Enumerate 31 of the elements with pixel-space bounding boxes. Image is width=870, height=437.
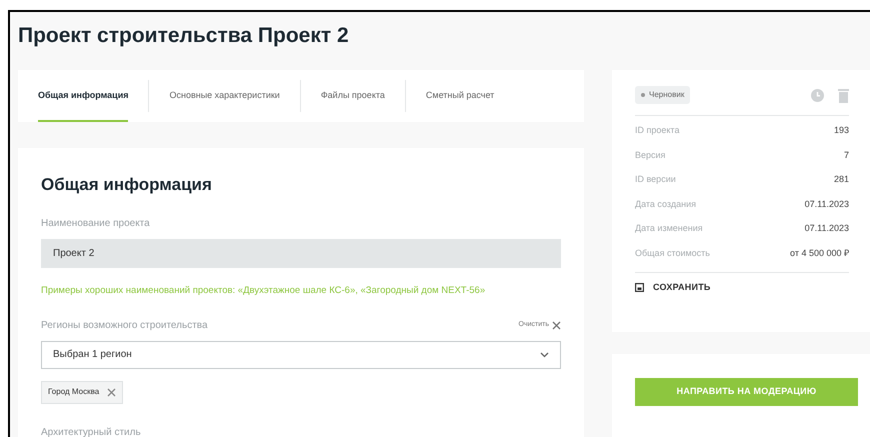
detail-label: ID проекта — [635, 124, 680, 137]
page-title: Проект строительства Проект 2 — [17, 23, 350, 49]
detail-value: от 4 500 000 ₽ — [790, 246, 849, 260]
save-button[interactable]: СОХРАНИТЬ — [635, 281, 711, 294]
detail-label: Общая стоимость — [635, 246, 710, 260]
trash-icon[interactable] — [838, 88, 849, 102]
region-select[interactable]: Выбран 1 регион — [41, 340, 561, 369]
detail-label: Дата создания — [635, 198, 696, 211]
tab[interactable]: Общая информация — [38, 70, 128, 122]
detail-value: 7 — [844, 148, 849, 162]
clock-icon[interactable] — [811, 88, 824, 102]
detail-value: 07.11.2023 — [804, 222, 849, 235]
tab[interactable]: Файлы проекта — [320, 70, 385, 122]
detail-value: 07.11.2023 — [804, 198, 849, 210]
tab[interactable]: Основные характеристики — [169, 70, 280, 122]
chevron-down-icon — [540, 352, 549, 358]
field-label: Наименование проекта — [41, 216, 151, 230]
section-heading: Общая информация — [41, 174, 213, 196]
detail-label: Версия — [635, 148, 666, 162]
detail-value: 281 — [834, 173, 849, 186]
remove-icon[interactable] — [107, 388, 116, 397]
field-label: Регионы возможного строительства — [41, 318, 208, 333]
close-icon — [552, 320, 561, 330]
tag-label: Город Москва — [48, 386, 100, 398]
detail-label: Дата изменения — [635, 222, 703, 235]
field-label: Архитектурный стиль — [41, 426, 142, 437]
detail-label: ID версии — [635, 173, 676, 186]
detail-value: 193 — [834, 124, 849, 137]
hint-text: Примеры хороших наименований проектов: «Двухэтажное шале КС-6», «Загородный дом NEXT-56» — [41, 284, 486, 298]
status-badge: Черновик — [635, 86, 690, 104]
tab[interactable]: Сметный расчет — [426, 70, 494, 122]
